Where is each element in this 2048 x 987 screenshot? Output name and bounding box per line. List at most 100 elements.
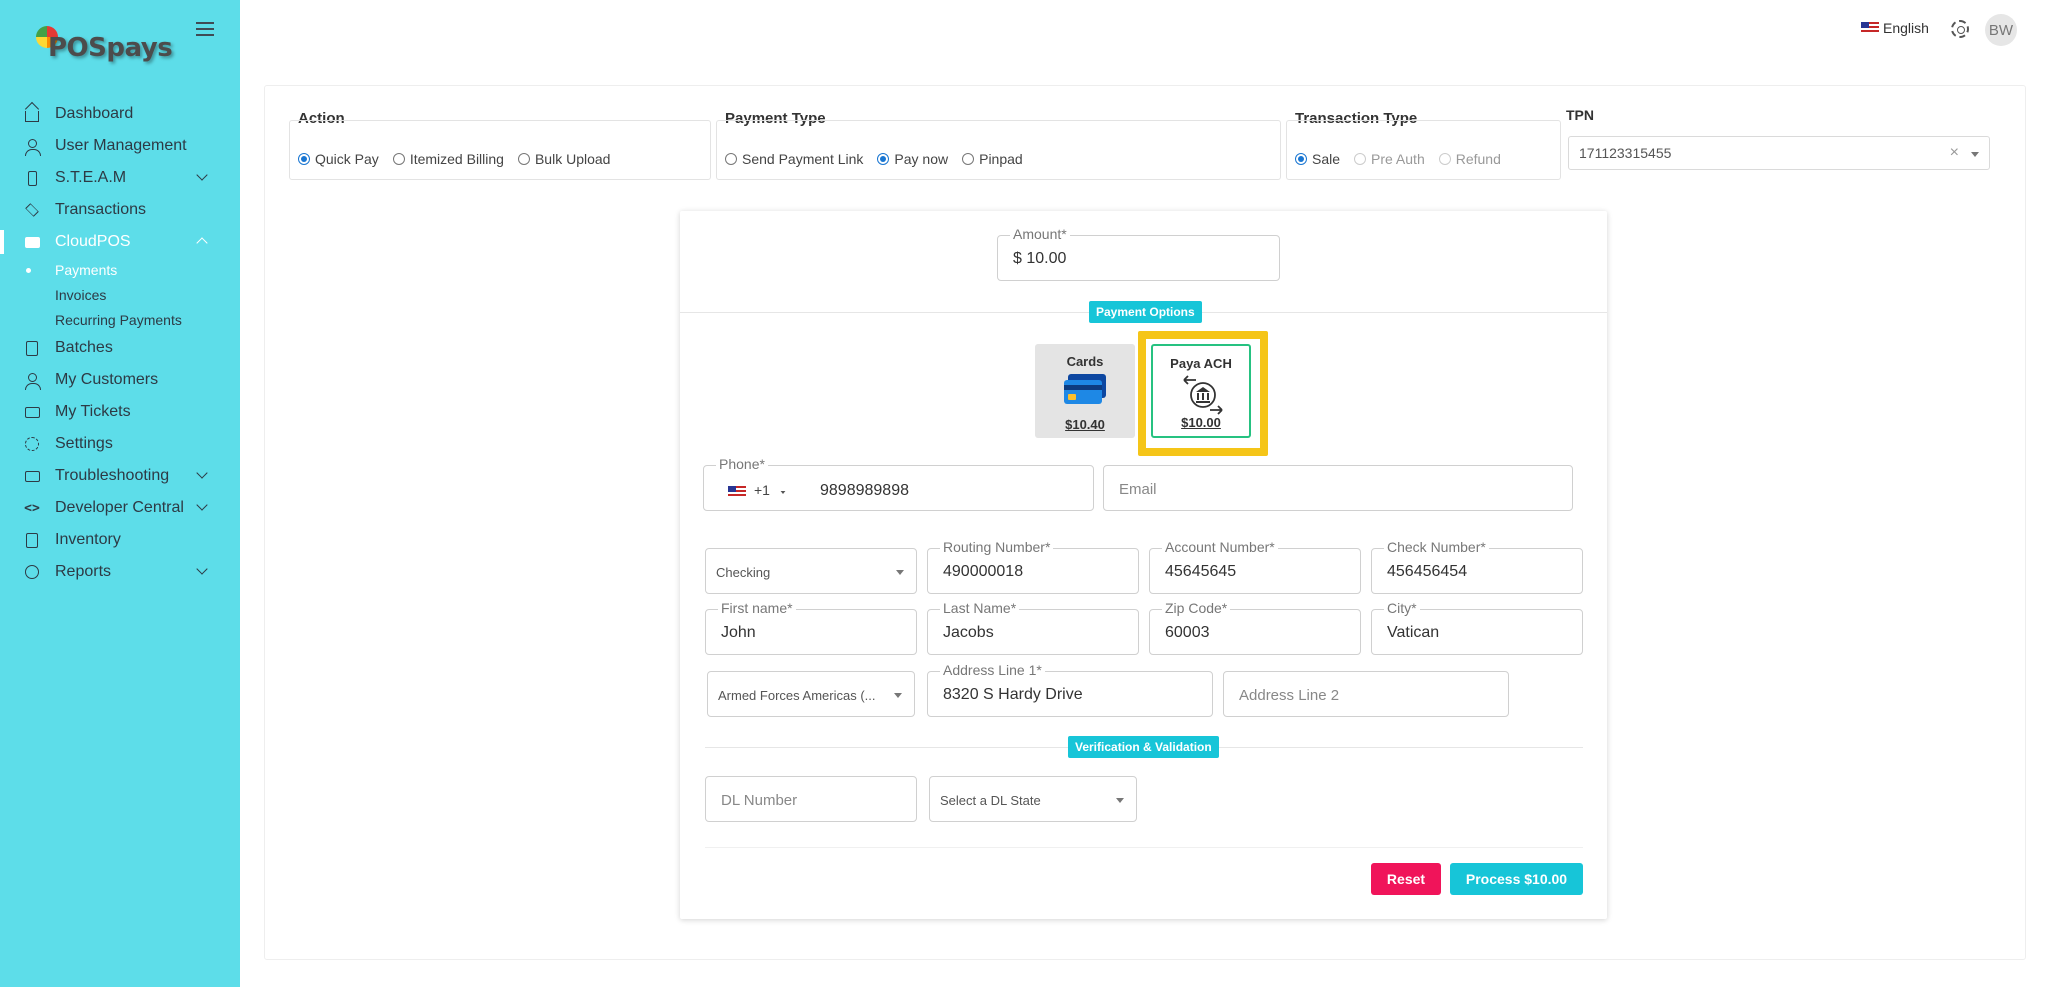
address-line-1-value: 8320 S Hardy Drive — [943, 686, 1083, 703]
sidebar-item-settings[interactable]: Settings — [0, 430, 240, 458]
payment-type-group — [716, 120, 1281, 180]
caret-down-icon[interactable] — [780, 491, 786, 494]
option-paya-ach[interactable]: Paya ACH $10.00 — [1151, 344, 1251, 438]
sidebar-item-batches[interactable]: Batches — [0, 334, 240, 362]
radio-label[interactable]: Pinpad — [979, 151, 1023, 167]
payment-form-card: Amount* $ 10.00 Payment Options Cards $1… — [680, 211, 1607, 919]
sidebar-item-cloudpos[interactable]: CloudPOS — [0, 228, 240, 256]
address-line-1-field[interactable]: Address Line 1* 8320 S Hardy Drive — [927, 662, 1213, 717]
check-number-field[interactable]: Check Number* 456456454 — [1371, 539, 1583, 594]
payment-options-chip: Payment Options — [1089, 301, 1202, 323]
city-label: City* — [1384, 600, 1420, 616]
us-flag-icon[interactable] — [728, 486, 746, 498]
avatar[interactable]: BW — [1985, 14, 2017, 46]
sidebar-item-developer-central[interactable]: <> Developer Central — [0, 494, 240, 522]
radio-label[interactable]: Send Payment Link — [742, 151, 863, 167]
radio-label[interactable]: Pre Auth — [1371, 151, 1425, 167]
sidebar-item-label: Settings — [55, 435, 113, 452]
process-button[interactable]: Process $10.00 — [1450, 863, 1583, 895]
phone-label: Phone* — [716, 456, 768, 472]
state-select[interactable]: Armed Forces Americas (... — [707, 671, 915, 717]
tpn-value: 171123315455 — [1579, 145, 1672, 161]
users-icon — [24, 138, 41, 156]
zip-code-value: 60003 — [1165, 624, 1210, 641]
chevron-up-icon — [196, 237, 208, 249]
address-line-1-label: Address Line 1* — [940, 662, 1045, 678]
zip-code-field[interactable]: Zip Code* 60003 — [1149, 600, 1361, 655]
sidebar-item-label: Transactions — [55, 201, 146, 218]
account-type-select[interactable]: Checking — [705, 548, 917, 594]
document-icon — [24, 340, 40, 356]
email-field[interactable]: Email — [1103, 465, 1573, 511]
sidebar-item-inventory[interactable]: Inventory — [0, 526, 240, 554]
sidebar-subitem-recurring-payments[interactable]: Recurring Payments — [55, 312, 182, 328]
routing-number-field[interactable]: Routing Number* 490000018 — [927, 539, 1139, 594]
sidebar-item-label: Dashboard — [55, 105, 134, 122]
language-selector[interactable]: English — [1861, 20, 1929, 36]
radio-label[interactable]: Quick Pay — [315, 151, 379, 167]
radio-send-payment-link[interactable] — [725, 153, 737, 165]
radio-label[interactable]: Itemized Billing — [410, 151, 504, 167]
radio-label[interactable]: Sale — [1312, 151, 1340, 167]
tpn-select[interactable]: 171123315455 × — [1568, 136, 1990, 170]
clear-icon[interactable]: × — [1950, 144, 1959, 162]
chat-icon — [24, 564, 40, 580]
radio-itemized-billing[interactable] — [392, 153, 405, 165]
radio-bulk-upload[interactable] — [517, 153, 530, 165]
sidebar-item-my-customers[interactable]: My Customers — [0, 366, 240, 394]
last-name-field[interactable]: Last Name* Jacobs — [927, 600, 1139, 655]
radio-pay-now[interactable] — [877, 153, 890, 165]
radio-label[interactable]: Refund — [1456, 151, 1501, 167]
bank-transfer-icon — [1183, 375, 1223, 415]
reset-button[interactable]: Reset — [1371, 863, 1441, 895]
check-number-label: Check Number* — [1384, 539, 1489, 555]
radio-refund[interactable] — [1438, 153, 1451, 165]
account-number-value: 45645645 — [1165, 563, 1237, 580]
sidebar-item-label: CloudPOS — [55, 233, 131, 250]
sidebar-item-my-tickets[interactable]: My Tickets — [0, 398, 240, 426]
active-dot-icon — [26, 268, 31, 273]
country-code[interactable]: +1 — [754, 482, 770, 498]
caret-down-icon[interactable] — [1971, 152, 1979, 157]
settings-gear-icon[interactable] — [1951, 20, 1969, 38]
sidebar-subitem-payments[interactable]: Payments — [55, 262, 117, 278]
sidebar-item-steam[interactable]: S.T.E.A.M — [0, 164, 240, 192]
address-line-2-field[interactable]: Address Line 2 — [1223, 671, 1509, 717]
address-line-2-placeholder: Address Line 2 — [1239, 687, 1340, 704]
radio-label[interactable]: Bulk Upload — [535, 151, 611, 167]
city-field[interactable]: City* Vatican — [1371, 600, 1583, 655]
payment-type-radio-group: Send Payment Link Pay now Pinpad — [725, 151, 1037, 167]
toolbox-icon — [24, 468, 40, 484]
layers-icon — [24, 202, 40, 218]
sidebar-item-troubleshooting[interactable]: Troubleshooting — [0, 462, 240, 490]
radio-pre-auth[interactable] — [1354, 153, 1367, 165]
sidebar-item-label: Reports — [55, 563, 112, 580]
radio-quick-pay[interactable] — [298, 153, 310, 165]
phone-field[interactable]: Phone* +1 9898989898 — [703, 456, 1094, 511]
hamburger-menu-icon[interactable] — [196, 22, 214, 36]
city-value: Vatican — [1387, 624, 1440, 641]
sidebar-item-reports[interactable]: Reports — [0, 558, 240, 586]
last-name-label: Last Name* — [940, 600, 1020, 616]
sidebar-subitem-invoices[interactable]: Invoices — [55, 287, 106, 303]
radio-label[interactable]: Pay now — [894, 151, 948, 167]
first-name-label: First name* — [718, 600, 796, 616]
option-cards[interactable]: Cards $10.40 — [1035, 344, 1135, 438]
sidebar-item-transactions[interactable]: Transactions — [0, 196, 240, 224]
amount-field[interactable]: Amount* $ 10.00 — [997, 226, 1280, 281]
gear-icon — [24, 436, 40, 452]
first-name-field[interactable]: First name* John — [705, 600, 917, 655]
dl-number-field[interactable]: DL Number — [705, 776, 917, 822]
account-number-label: Account Number* — [1162, 539, 1278, 555]
pospays-logo[interactable]: POSpays — [34, 26, 173, 68]
sidebar-item-user-management[interactable]: User Management — [0, 132, 240, 160]
account-number-field[interactable]: Account Number* 45645645 — [1149, 539, 1361, 594]
radio-pinpad[interactable] — [962, 153, 975, 165]
radio-sale[interactable] — [1295, 153, 1307, 165]
sidebar-item-label: Troubleshooting — [55, 467, 170, 484]
phone-value: 9898989898 — [820, 482, 909, 499]
last-name-value: Jacobs — [943, 624, 994, 641]
dl-state-select[interactable]: Select a DL State — [929, 776, 1137, 822]
chevron-down-icon — [196, 499, 208, 511]
sidebar-item-dashboard[interactable]: Dashboard — [0, 100, 240, 128]
